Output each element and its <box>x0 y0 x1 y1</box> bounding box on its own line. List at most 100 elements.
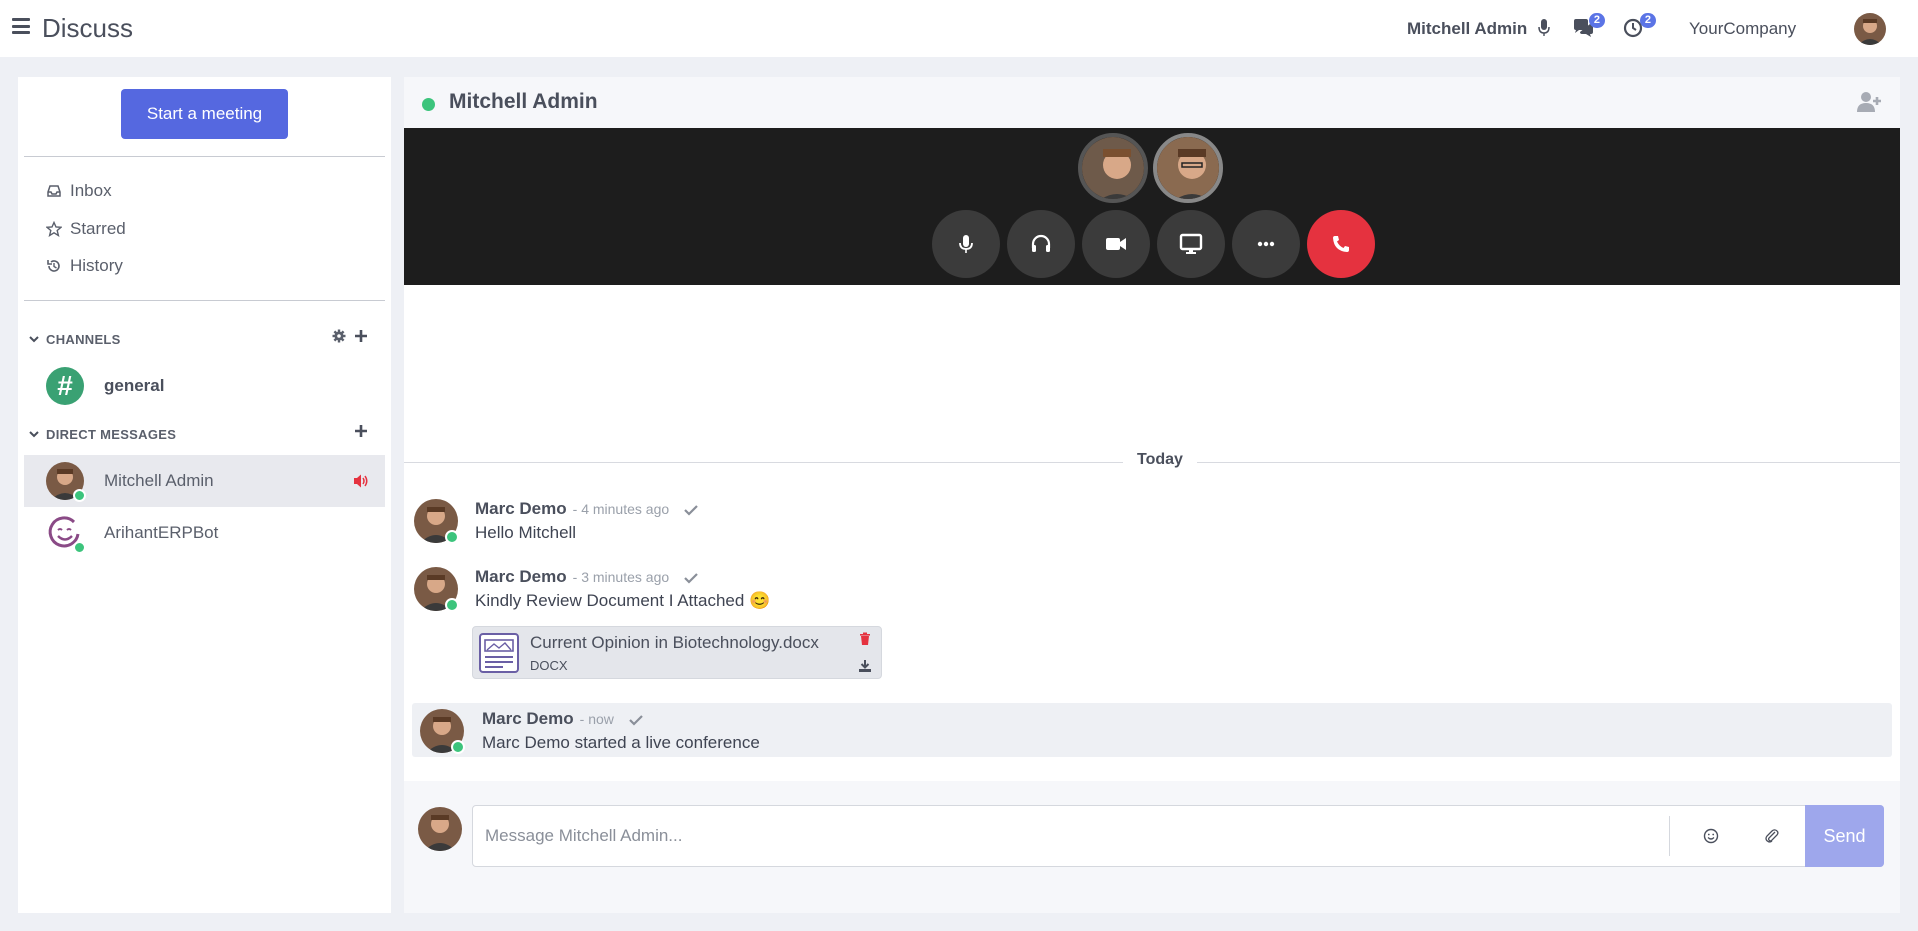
sidebar-item-label: History <box>70 256 123 275</box>
trash-icon[interactable] <box>859 632 871 646</box>
message-input[interactable] <box>473 806 1669 866</box>
direct-messages-section-toggle[interactable]: DIRECT MESSAGES <box>28 424 176 444</box>
message-body: Hello Mitchell <box>475 523 577 542</box>
channel-name: general <box>104 376 165 395</box>
call-participant-avatar[interactable] <box>1153 133 1223 203</box>
video-camera-icon <box>1106 238 1126 250</box>
activity-clock-icon[interactable]: 2 <box>1623 13 1656 38</box>
app-title: Discuss <box>42 13 134 43</box>
hashtag-icon: # <box>46 367 84 405</box>
avatar[interactable] <box>414 499 459 544</box>
sidebar-item-arihanterpbot[interactable]: ArihantERPBot <box>24 507 385 559</box>
avatar <box>46 514 86 554</box>
sidebar-item-starred[interactable]: Starred <box>46 217 126 241</box>
chevron-down-icon <box>29 431 39 438</box>
message-body: Marc Demo started a live conference <box>482 733 760 752</box>
direct-messages-header: DIRECT MESSAGES <box>46 426 177 442</box>
add-direct-message-icon[interactable] <box>354 424 368 438</box>
attachment-name: Current Opinion in Biotechnology.docx <box>530 633 819 652</box>
online-status-indicator <box>451 740 465 754</box>
desktop-icon <box>1179 233 1203 254</box>
star-icon <box>46 221 62 237</box>
more-options-button[interactable] <box>1232 210 1300 278</box>
hang-up-button[interactable] <box>1307 210 1375 278</box>
top-navbar: Discuss Mitchell Admin 2 2 YourCompany <box>0 0 1918 57</box>
messaging-menu-icon[interactable]: 2 <box>1572 13 1605 38</box>
message-timestamp: - 3 minutes ago <box>572 569 670 585</box>
checkmark-icon <box>684 504 698 516</box>
message-author[interactable]: Marc Demo - 3 minutes ago <box>475 567 698 587</box>
message-author[interactable]: Marc Demo - 4 minutes ago <box>475 499 698 519</box>
add-user-icon[interactable] <box>1856 91 1882 113</box>
send-button[interactable]: Send <box>1805 805 1884 867</box>
microphone-icon <box>1538 19 1550 36</box>
message-timestamp: - 4 minutes ago <box>572 501 670 517</box>
call-participant-avatar[interactable] <box>1078 133 1148 203</box>
author-name[interactable]: Marc Demo <box>475 567 567 586</box>
message-body: Kindly Review Document I Attached 😊 <box>475 591 771 610</box>
message-author[interactable]: Marc Demo - now <box>482 709 643 729</box>
online-status-indicator <box>73 541 86 554</box>
attachment-card[interactable]: Current Opinion in Biotechnology.docx DO… <box>472 626 882 679</box>
menu-icon[interactable] <box>12 18 30 34</box>
gear-icon[interactable] <box>332 329 346 343</box>
date-separator-label: Today <box>1123 451 1197 469</box>
online-status-indicator <box>445 598 459 612</box>
message-composer: Send <box>404 781 1900 913</box>
toggle-camera-button[interactable] <box>1082 210 1150 278</box>
sidebar-item-inbox[interactable]: Inbox <box>46 179 112 203</box>
toggle-deafen-button[interactable] <box>1007 210 1075 278</box>
toggle-microphone-button[interactable] <box>932 210 1000 278</box>
author-name[interactable]: Marc Demo <box>475 499 567 518</box>
online-status-indicator <box>445 530 459 544</box>
divider <box>1669 816 1670 856</box>
phone-icon <box>1333 236 1349 252</box>
share-screen-button[interactable] <box>1157 210 1225 278</box>
sidebar-item-mitchell-admin[interactable]: Mitchell Admin <box>24 455 385 507</box>
author-name[interactable]: Marc Demo <box>482 709 574 728</box>
paperclip-icon[interactable] <box>1760 824 1784 848</box>
add-channel-icon[interactable] <box>354 329 368 343</box>
divider <box>24 156 385 157</box>
thread-title: Mitchell Admin <box>449 90 598 113</box>
call-view <box>404 128 1900 285</box>
message-timestamp: - now <box>579 711 614 727</box>
sidebar-item-label: Inbox <box>70 181 112 200</box>
dm-name: Mitchell Admin <box>104 471 214 490</box>
activity-badge: 2 <box>1639 13 1656 28</box>
message-list: Today Marc Demo - 4 minutes ago Hello Mit… <box>404 285 1900 781</box>
avatar[interactable] <box>414 567 459 612</box>
download-icon[interactable] <box>858 659 872 673</box>
start-meeting-button[interactable]: Start a meeting <box>121 89 288 139</box>
speaker-volume-icon <box>354 474 368 488</box>
sidebar-item-history[interactable]: History <box>46 254 123 278</box>
discuss-sidebar: Start a meeting Inbox Starred History CH… <box>18 77 391 913</box>
composer-box: Send <box>472 805 1884 867</box>
ellipsis-icon <box>1257 241 1275 247</box>
online-status-indicator <box>422 98 435 111</box>
online-status-indicator <box>73 489 86 502</box>
document-icon <box>479 633 519 673</box>
history-icon <box>47 260 60 272</box>
dm-name: ArihantERPBot <box>104 523 219 542</box>
messages-badge: 2 <box>1588 13 1605 28</box>
current-user-name[interactable]: Mitchell Admin <box>1407 19 1527 39</box>
user-avatar[interactable] <box>1854 13 1886 45</box>
sidebar-item-general[interactable]: # general <box>24 361 385 411</box>
chevron-down-icon <box>29 336 39 343</box>
company-switcher[interactable]: YourCompany <box>1689 19 1796 39</box>
channels-header: CHANNELS <box>46 331 121 347</box>
avatar[interactable] <box>420 709 465 754</box>
checkmark-icon <box>628 714 643 726</box>
emoji-icon[interactable] <box>1699 824 1723 848</box>
divider <box>24 300 385 301</box>
avatar <box>418 807 462 851</box>
avatar <box>46 462 86 502</box>
inbox-icon <box>47 185 61 197</box>
thread-panel: Mitchell Admin Today Marc Demo - 4 minut… <box>404 77 1900 913</box>
headphones-icon <box>1031 234 1051 252</box>
channels-section-toggle[interactable]: CHANNELS <box>28 329 121 349</box>
attachment-extension: DOCX <box>530 658 568 673</box>
checkmark-icon <box>684 572 698 584</box>
microphone-icon <box>959 235 973 253</box>
